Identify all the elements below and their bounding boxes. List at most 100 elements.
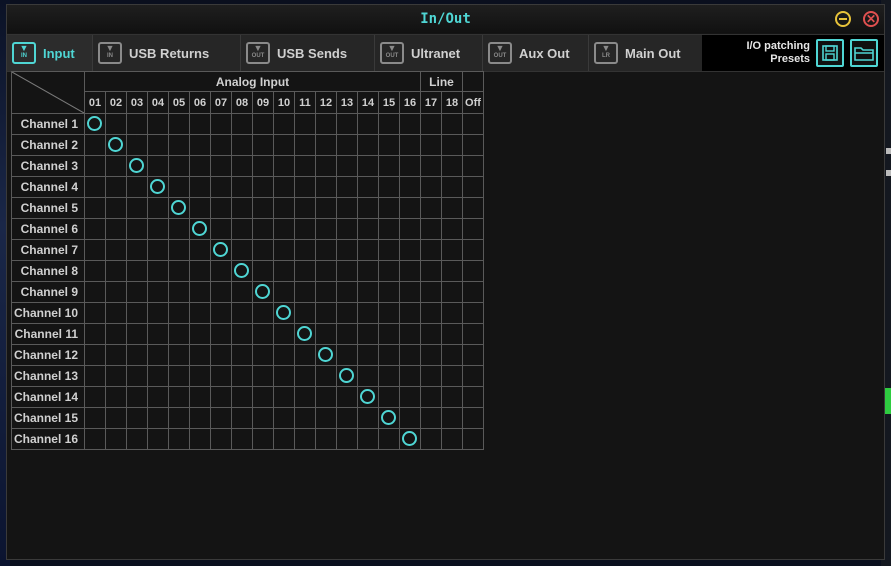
patch-cell[interactable] (231, 386, 253, 408)
patch-cell[interactable] (378, 260, 400, 282)
patch-cell[interactable] (273, 155, 295, 177)
patch-cell[interactable] (441, 134, 463, 156)
patch-cell[interactable] (168, 155, 190, 177)
patch-cell[interactable] (315, 155, 337, 177)
patch-cell[interactable] (84, 428, 106, 450)
patch-cell[interactable] (315, 176, 337, 198)
patch-cell[interactable] (84, 239, 106, 261)
patch-cell[interactable] (189, 302, 211, 324)
patch-cell[interactable] (252, 155, 274, 177)
patch-cell[interactable] (357, 323, 379, 345)
patch-cell[interactable] (462, 386, 484, 408)
patch-cell[interactable] (294, 428, 316, 450)
patch-cell[interactable] (336, 197, 358, 219)
patch-cell[interactable] (336, 176, 358, 198)
patch-cell[interactable] (126, 113, 148, 135)
patch-cell[interactable] (294, 113, 316, 135)
patch-cell[interactable] (252, 134, 274, 156)
patch-cell[interactable] (147, 365, 169, 387)
patch-cell[interactable] (252, 386, 274, 408)
patch-cell[interactable] (315, 281, 337, 303)
patch-cell[interactable] (294, 365, 316, 387)
patch-cell[interactable] (147, 386, 169, 408)
patch-cell[interactable] (357, 386, 379, 408)
patch-cell[interactable] (84, 176, 106, 198)
patch-cell[interactable] (252, 260, 274, 282)
patch-cell[interactable] (315, 386, 337, 408)
patch-cell[interactable] (231, 239, 253, 261)
patch-cell[interactable] (273, 365, 295, 387)
patch-cell[interactable] (84, 365, 106, 387)
patch-cell[interactable] (441, 323, 463, 345)
patch-cell[interactable] (252, 407, 274, 429)
patch-cell[interactable] (420, 428, 442, 450)
patch-cell[interactable] (252, 323, 274, 345)
patch-cell[interactable] (294, 155, 316, 177)
patch-cell[interactable] (336, 218, 358, 240)
patch-cell[interactable] (336, 281, 358, 303)
patch-cell[interactable] (357, 176, 379, 198)
patch-cell[interactable] (294, 239, 316, 261)
patch-cell[interactable] (84, 302, 106, 324)
patch-cell[interactable] (336, 113, 358, 135)
patch-cell[interactable] (336, 428, 358, 450)
patch-cell[interactable] (189, 407, 211, 429)
patch-cell[interactable] (357, 365, 379, 387)
patch-cell[interactable] (126, 302, 148, 324)
patch-cell[interactable] (357, 113, 379, 135)
patch-cell[interactable] (189, 155, 211, 177)
patch-cell[interactable] (294, 176, 316, 198)
patch-cell[interactable] (126, 281, 148, 303)
patch-cell[interactable] (189, 197, 211, 219)
patch-cell[interactable] (126, 239, 148, 261)
patch-cell[interactable] (336, 365, 358, 387)
patch-cell[interactable] (420, 407, 442, 429)
patch-cell[interactable] (126, 218, 148, 240)
patch-cell[interactable] (420, 176, 442, 198)
patch-cell[interactable] (252, 281, 274, 303)
patch-cell[interactable] (168, 344, 190, 366)
patch-cell[interactable] (147, 155, 169, 177)
tab-usb-returns[interactable]: ▼ IN USB Returns (93, 35, 241, 71)
patch-cell[interactable] (231, 155, 253, 177)
patch-cell[interactable] (168, 428, 190, 450)
patch-cell[interactable] (315, 218, 337, 240)
patch-cell[interactable] (441, 155, 463, 177)
patch-cell[interactable] (378, 281, 400, 303)
patch-cell[interactable] (462, 155, 484, 177)
patch-cell[interactable] (168, 134, 190, 156)
patch-cell[interactable] (294, 344, 316, 366)
patch-cell[interactable] (420, 365, 442, 387)
patch-cell[interactable] (441, 428, 463, 450)
patch-cell[interactable] (189, 281, 211, 303)
patch-cell[interactable] (105, 218, 127, 240)
patch-cell[interactable] (210, 197, 232, 219)
patch-cell[interactable] (399, 134, 421, 156)
patch-cell[interactable] (315, 344, 337, 366)
patch-cell[interactable] (147, 197, 169, 219)
patch-cell[interactable] (189, 428, 211, 450)
patch-cell[interactable] (273, 113, 295, 135)
patch-cell[interactable] (336, 302, 358, 324)
patch-cell[interactable] (168, 218, 190, 240)
patch-cell[interactable] (168, 260, 190, 282)
patch-cell[interactable] (84, 407, 106, 429)
patch-cell[interactable] (294, 386, 316, 408)
patch-cell[interactable] (336, 344, 358, 366)
minimize-button[interactable] (835, 11, 851, 27)
patch-cell[interactable] (273, 197, 295, 219)
patch-cell[interactable] (294, 407, 316, 429)
patch-cell[interactable] (462, 218, 484, 240)
patch-cell[interactable] (399, 197, 421, 219)
patch-cell[interactable] (441, 407, 463, 429)
patch-cell[interactable] (399, 260, 421, 282)
patch-cell[interactable] (189, 344, 211, 366)
patch-cell[interactable] (294, 302, 316, 324)
patch-cell[interactable] (420, 260, 442, 282)
patch-cell[interactable] (84, 260, 106, 282)
tab-ultranet[interactable]: ▼ OUT Ultranet (375, 35, 483, 71)
patch-cell[interactable] (441, 197, 463, 219)
patch-cell[interactable] (168, 281, 190, 303)
patch-cell[interactable] (441, 344, 463, 366)
patch-cell[interactable] (357, 281, 379, 303)
